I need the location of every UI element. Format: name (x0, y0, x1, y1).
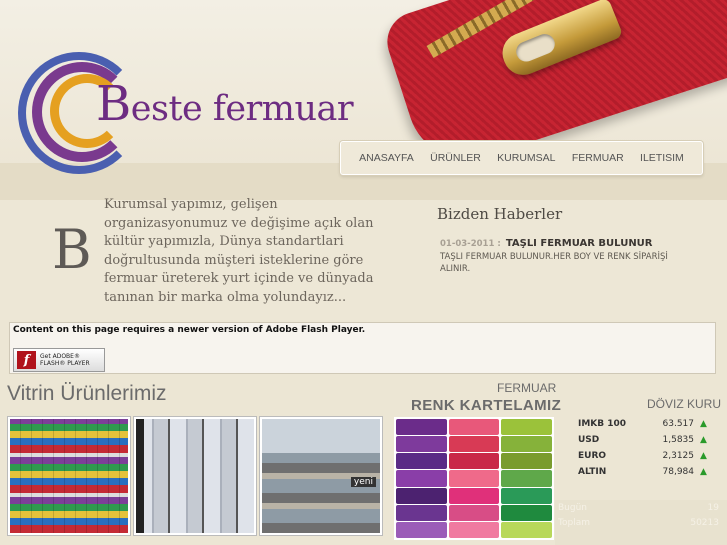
news-date: 01-03-2011 : (440, 239, 501, 249)
color-swatch (501, 487, 552, 504)
doviz-row: USD 1,5835 ▲ (578, 432, 720, 448)
doviz-name: IMKB 100 (578, 419, 627, 429)
nav-iletisim[interactable]: ILETISIM (640, 152, 684, 164)
doviz-value: 1,5835 (662, 435, 695, 445)
stat-label: Toplam (558, 517, 590, 528)
intro-dropcap: B (52, 218, 92, 281)
flash-icon: f (17, 351, 36, 369)
kartela-subtitle: FERMUAR (497, 381, 557, 395)
color-swatch (501, 521, 552, 538)
color-swatch (501, 419, 552, 436)
doviz-table: IMKB 100 63.517 ▲ USD 1,5835 ▲ EURO 2,31… (578, 416, 720, 480)
swatch-column (501, 419, 552, 538)
logo[interactable]: Beste fermuar (18, 52, 354, 177)
color-swatch (396, 436, 447, 453)
color-swatch (448, 521, 500, 538)
news-body: TAŞLI FERMUAR BULUNUR.HER BOY VE RENK Sİ… (440, 252, 668, 274)
color-swatch (396, 504, 447, 521)
nav-anasayfa[interactable]: ANASAYFA (359, 152, 414, 164)
flash-placeholder: Content on this page requires a newer ve… (9, 322, 716, 374)
vitrin-thumb-fabric-rolls[interactable] (134, 417, 256, 535)
color-swatch (501, 453, 552, 470)
color-swatch (396, 419, 447, 436)
doviz-row: ALTIN 78,984 ▲ (578, 464, 720, 480)
up-arrow-icon: ▲ (700, 467, 707, 477)
color-swatch (448, 419, 500, 436)
intro-line: kültür yapımızla, Dünya standartlari (104, 234, 344, 249)
color-swatch (396, 453, 447, 470)
color-swatch (396, 487, 447, 504)
stat-row: Bugün 19 (555, 500, 727, 515)
get-flash-player-button[interactable]: f Get ADOBE® FLASH® PLAYER (13, 348, 105, 372)
doviz-name: EURO (578, 451, 607, 461)
up-arrow-icon: ▲ (700, 435, 707, 445)
vitrin-thumb-storefront[interactable]: yeni (260, 417, 382, 535)
vitrin-title: Vitrin Ürünlerimiz (7, 382, 167, 405)
doviz-row: IMKB 100 63.517 ▲ (578, 416, 720, 432)
nav-urunler[interactable]: ÜRÜNLER (430, 152, 481, 164)
doviz-title: DÖVIZ KURU (647, 397, 722, 411)
swatch-column (448, 419, 500, 538)
news-title: Bizden Haberler (437, 205, 563, 223)
color-swatch (448, 453, 500, 470)
color-swatch (448, 470, 500, 487)
doviz-value: 63.517 (662, 419, 695, 429)
stat-row: Toplam 50213 (555, 515, 727, 530)
color-swatch (501, 470, 552, 487)
color-swatch (396, 470, 447, 487)
up-arrow-icon: ▲ (700, 419, 707, 429)
flash-button-line2: FLASH® PLAYER (40, 360, 90, 367)
color-swatch (501, 504, 552, 521)
doviz-name: ALTIN (578, 467, 607, 477)
intro-line: organizasyonumuz ve değişime açık olan (104, 215, 374, 231)
news-item[interactable]: 01-03-2011 : TAŞLI FERMUAR BULUNUR TAŞLI… (440, 231, 690, 275)
flash-button-text: Get ADOBE® FLASH® PLAYER (40, 353, 90, 367)
logo-text: Beste fermuar (96, 76, 354, 132)
doviz-name: USD (578, 435, 600, 445)
storefront-sign: yeni (350, 477, 376, 487)
flash-message: Content on this page requires a newer ve… (13, 325, 366, 335)
kartela-swatches[interactable] (394, 417, 554, 540)
nav-kurumsal[interactable]: KURUMSAL (497, 152, 555, 164)
doviz-row: EURO 2,3125 ▲ (578, 448, 720, 464)
visitor-stats: Bugün 19 Toplam 50213 (555, 500, 727, 545)
flash-button-line1: Get ADOBE® (40, 353, 80, 360)
doviz-value: 78,984 (662, 467, 695, 477)
doviz-value: 2,3125 (662, 451, 695, 461)
stat-label: Bugün (558, 502, 587, 513)
nav-fermuar[interactable]: FERMUAR (572, 152, 624, 164)
intro-line: Kurumsal yapımız, gelişen (104, 197, 278, 212)
intro-line: fermuar üreterek yurt içinde ve dünyada (104, 271, 374, 286)
intro-line: tanınan bir marka olma yolundayız... (104, 289, 347, 305)
stat-value: 50213 (690, 517, 719, 528)
kartela-title: RENK KARTELAMIZ (411, 397, 562, 414)
swatch-column (396, 419, 447, 538)
color-swatch (501, 436, 552, 453)
vitrin-thumb-thread-shelves[interactable] (8, 417, 130, 535)
color-swatch (448, 436, 500, 453)
color-swatch (448, 504, 500, 521)
logo-big-letter: B (96, 76, 131, 132)
color-swatch (448, 487, 500, 504)
intro-line: doğrultusunda müşteri isteklerine göre (104, 252, 364, 268)
intro-text: Kurumsal yapımız, gelişen organizasyonum… (104, 196, 404, 307)
news-headline[interactable]: TAŞLI FERMUAR BULUNUR (506, 238, 653, 249)
up-arrow-icon: ▲ (700, 451, 707, 461)
stat-value: 19 (707, 502, 719, 513)
logo-rest: este fermuar (130, 89, 354, 129)
color-swatch (396, 521, 447, 538)
main-nav: ANASAYFA ÜRÜNLER KURUMSAL FERMUAR ILETIS… (340, 141, 703, 175)
